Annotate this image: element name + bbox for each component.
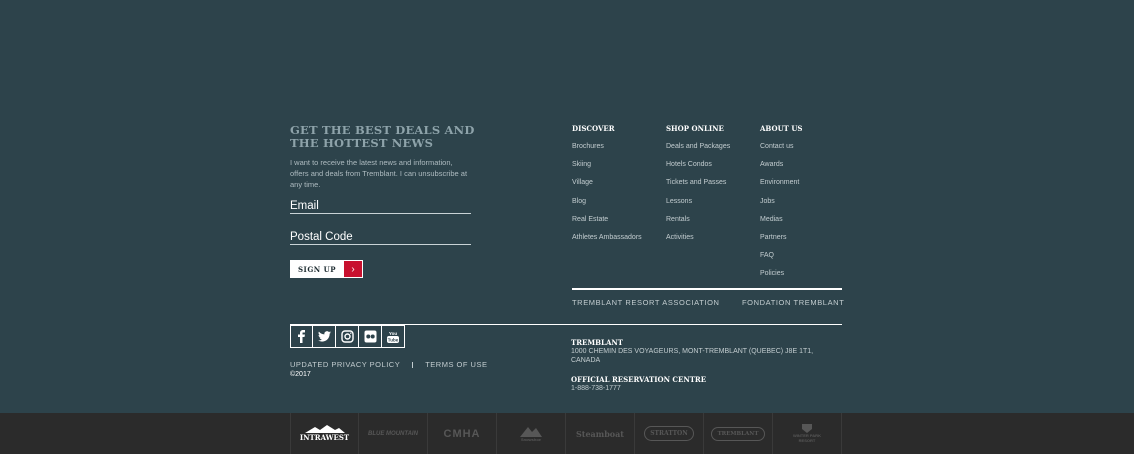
privacy-policy-link[interactable]: UPDATED PRIVACY POLICY [290,360,400,369]
brand-label: Snowshoe [520,437,541,442]
postal-code-field[interactable]: Postal Code [290,231,471,245]
newsletter-description: I want to receive the latest news and in… [290,158,468,189]
shop-link[interactable]: Rentals [666,215,730,233]
brand-label: STRATTON [644,426,694,441]
shop-link[interactable]: Tickets and Passes [666,178,730,196]
divider [572,288,842,290]
discover-title: DISCOVER [572,124,615,133]
svg-text:You: You [389,331,397,336]
flickr-icon[interactable] [359,325,382,348]
about-us-column: ABOUT US Contact us Awards Environment J… [760,124,803,288]
brand-logo-blue-mountain[interactable]: BLUE MOUNTAIN [359,413,428,454]
twitter-icon[interactable] [313,325,336,348]
about-us-title: ABOUT US [760,124,803,133]
contact-name: TREMBLANT [571,338,623,347]
signup-button[interactable]: SIGN UP › [290,260,363,278]
about-link[interactable]: Jobs [760,197,803,215]
svg-text:Tube: Tube [388,337,399,342]
about-link[interactable]: Contact us [760,142,803,160]
divider [412,361,414,368]
shop-link[interactable]: Hotels Condos [666,160,730,178]
reservation-title: OFFICIAL RESERVATION CENTRE [571,375,707,384]
brand-logo-stratton[interactable]: STRATTON [635,413,704,454]
brand-logo-winter-park[interactable]: WINTER PARK RESORT [773,413,842,454]
facebook-icon[interactable] [290,325,313,348]
brand-logo-snowshoe[interactable]: Snowshoe [497,413,566,454]
newsletter-title: GET THE BEST DEALS AND THE HOTTEST NEWS [290,123,475,150]
about-link[interactable]: Partners [760,233,803,251]
about-link[interactable]: Environment [760,178,803,196]
reservation-phone[interactable]: 1-888-738-1777 [571,384,831,393]
signup-label: SIGN UP [290,260,344,278]
brand-bar: INTRAWEST BLUE MOUNTAIN CMHA Snowshoe St… [0,413,1134,454]
discover-column: DISCOVER Brochures Skiing Village Blog R… [572,124,642,251]
brand-logo-cmha[interactable]: CMHA [428,413,497,454]
about-link[interactable]: Policies [760,269,803,287]
brand-logo-steamboat[interactable]: Steamboat [566,413,635,454]
shop-link[interactable]: Activities [666,233,730,251]
brand-logo-intrawest[interactable]: INTRAWEST [290,413,359,454]
instagram-icon[interactable] [336,325,359,348]
discover-link[interactable]: Blog [572,197,642,215]
about-link[interactable]: Medias [760,215,803,233]
brand-label: WINTER PARK RESORT [793,433,821,443]
terms-of-use-link[interactable]: TERMS OF USE [425,360,487,369]
discover-link[interactable]: Skiing [572,160,642,178]
brand-label: INTRAWEST [299,433,350,442]
about-link[interactable]: Awards [760,160,803,178]
copyright: ©2017 [290,371,311,378]
discover-link[interactable]: Real Estate [572,215,642,233]
brand-label: TREMBLANT [710,426,766,441]
shop-online-column: SHOP ONLINE Deals and Packages Hotels Co… [666,124,730,251]
newsletter-section: GET THE BEST DEALS AND THE HOTTEST NEWS … [290,123,475,278]
email-field[interactable]: Email [290,200,471,214]
discover-link[interactable]: Brochures [572,142,642,160]
resort-association-link[interactable]: TREMBLANT RESORT ASSOCIATION [572,298,720,307]
chevron-right-icon: › [344,260,363,278]
discover-link[interactable]: Village [572,178,642,196]
brand-logo-tremblant[interactable]: TREMBLANT [704,413,773,454]
shop-link[interactable]: Deals and Packages [666,142,730,160]
youtube-icon[interactable]: You Tube [382,325,405,348]
shop-link[interactable]: Lessons [666,197,730,215]
discover-link[interactable]: Athletes Ambassadors [572,233,642,251]
shop-online-title: SHOP ONLINE [666,124,724,133]
foundation-link[interactable]: FONDATION TREMBLANT [742,298,844,307]
social-links: You Tube [290,325,405,348]
contact-info: TREMBLANT 1000 CHEMIN DES VOYAGEURS, MON… [571,338,831,393]
about-link[interactable]: FAQ [760,251,803,269]
contact-address: 1000 CHEMIN DES VOYAGEURS, MONT-TREMBLAN… [571,348,814,364]
legal-links: UPDATED PRIVACY POLICY TERMS OF USE [290,360,487,369]
